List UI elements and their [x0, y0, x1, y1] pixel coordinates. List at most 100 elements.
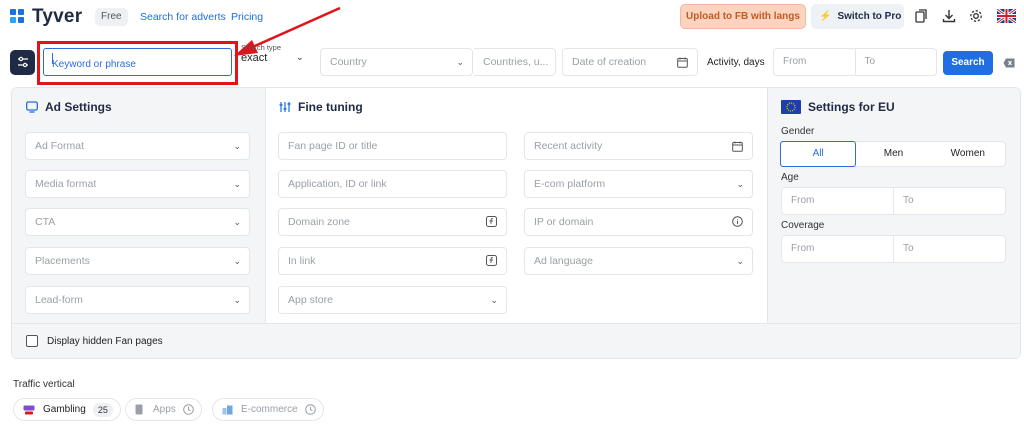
ad-language-placeholder: Ad language: [534, 255, 593, 267]
chip-gambling[interactable]: Gambling 25: [13, 398, 121, 421]
chevron-down-icon: ⌄: [233, 256, 241, 266]
countries-placeholder: Countries, u...: [483, 56, 549, 68]
activity-to-input[interactable]: To: [854, 49, 937, 75]
domain-zone-placeholder: Domain zone: [288, 216, 350, 228]
app-store-placeholder: App store: [288, 294, 333, 306]
fan-page-input[interactable]: Fan page ID or title: [278, 132, 507, 160]
app-store-select[interactable]: App store ⌄: [278, 286, 507, 314]
function-icon: [486, 216, 497, 227]
search-type-select[interactable]: exact ⌄: [241, 52, 313, 72]
fan-page-placeholder: Fan page ID or title: [288, 140, 378, 152]
search-button[interactable]: Search: [943, 51, 993, 75]
activity-days-label: Activity, days: [707, 57, 765, 68]
eu-settings-label: Settings for EU: [808, 100, 895, 114]
chevron-down-icon: ⌄: [296, 52, 304, 62]
logo[interactable]: Tyver: [10, 6, 82, 28]
monitor-icon: [26, 101, 38, 113]
chevron-down-icon: ⌄: [233, 179, 241, 189]
ad-settings-title: Ad Settings: [26, 100, 112, 114]
ad-settings-label: Ad Settings: [45, 100, 112, 114]
chevron-down-icon: ⌄: [736, 179, 744, 189]
coverage-to-input[interactable]: To: [893, 236, 1005, 262]
clear-icon[interactable]: [1003, 58, 1015, 68]
switch-to-pro-label: Switch to Pro: [837, 11, 902, 22]
bolt-icon: ⚡: [819, 11, 832, 22]
ecommerce-icon: [222, 405, 233, 414]
age-from-input[interactable]: From: [782, 188, 893, 214]
chip-apps-label: Apps: [153, 404, 176, 415]
tuning-icon: [279, 102, 291, 112]
hidden-pages-bg: [12, 324, 1020, 358]
chip-apps[interactable]: Apps: [125, 398, 202, 421]
coverage-from-input[interactable]: From: [782, 236, 893, 262]
age-to-input[interactable]: To: [893, 188, 1005, 214]
chip-ecommerce-label: E-commerce: [241, 404, 298, 415]
divider: [767, 88, 768, 324]
bookmarks-icon[interactable]: [913, 8, 929, 24]
countries-select[interactable]: Countries, u...: [474, 48, 556, 76]
clock-icon: [304, 404, 316, 415]
recent-activity-placeholder: Recent activity: [534, 140, 603, 152]
gender-option-men[interactable]: Men: [856, 142, 930, 166]
sliders-icon: [17, 56, 28, 68]
filters-toggle-button[interactable]: [10, 50, 35, 75]
ip-domain-placeholder: IP or domain: [534, 216, 594, 228]
divider: [265, 88, 266, 324]
country-select[interactable]: Country ⌄: [320, 48, 473, 76]
coverage-label: Coverage: [781, 220, 825, 231]
ad-language-select[interactable]: Ad language ⌄: [524, 247, 753, 275]
cta-select[interactable]: CTA ⌄: [25, 208, 250, 236]
fine-tuning-label: Fine tuning: [298, 100, 363, 114]
hidden-fan-pages-checkbox[interactable]: [26, 335, 38, 347]
ecom-platform-select[interactable]: E-com platform ⌄: [524, 170, 753, 198]
placements-placeholder: Placements: [35, 255, 90, 267]
nav-search-adverts[interactable]: Search for adverts: [140, 11, 226, 23]
gender-label: Gender: [781, 126, 815, 137]
gender-option-all[interactable]: All: [780, 141, 857, 167]
chip-gambling-count: 25: [92, 402, 113, 417]
date-placeholder: Date of creation: [572, 56, 647, 68]
activity-from-input[interactable]: From: [774, 49, 855, 75]
placements-select[interactable]: Placements ⌄: [25, 247, 250, 275]
eu-flag-icon: [781, 100, 801, 114]
cta-placeholder: CTA: [35, 216, 56, 228]
chevron-down-icon: ⌄: [233, 217, 241, 227]
coverage-range: From To: [781, 235, 1006, 263]
phone-icon: [135, 404, 143, 415]
activity-range: From To: [773, 48, 937, 76]
download-icon[interactable]: [941, 8, 957, 24]
lead-form-select[interactable]: Lead-form ⌄: [25, 286, 250, 314]
highlight-box: [37, 41, 238, 85]
chevron-down-icon: ⌄: [736, 256, 744, 266]
gear-icon[interactable]: [968, 8, 984, 24]
domain-zone-input[interactable]: Domain zone: [278, 208, 507, 236]
ad-format-select[interactable]: Ad Format ⌄: [25, 132, 250, 160]
upload-to-fb-button[interactable]: Upload to FB with langs: [680, 4, 806, 29]
gambling-icon: [23, 405, 35, 414]
media-format-placeholder: Media format: [35, 178, 97, 190]
function-icon: [486, 255, 497, 266]
logo-text: Tyver: [32, 6, 83, 27]
info-icon[interactable]: [732, 216, 743, 227]
uk-flag-icon[interactable]: [997, 9, 1016, 23]
gender-option-women[interactable]: Women: [931, 142, 1005, 166]
lead-form-placeholder: Lead-form: [35, 294, 83, 306]
in-link-input[interactable]: In link: [278, 247, 507, 275]
application-input[interactable]: Application, ID or link: [278, 170, 507, 198]
ad-format-placeholder: Ad Format: [35, 140, 85, 152]
date-of-creation-input[interactable]: Date of creation: [562, 48, 698, 76]
age-label: Age: [781, 172, 799, 183]
application-placeholder: Application, ID or link: [288, 178, 387, 190]
chip-ecommerce[interactable]: E-commerce: [212, 398, 324, 421]
media-format-select[interactable]: Media format ⌄: [25, 170, 250, 198]
calendar-icon: [677, 57, 688, 68]
eu-settings-title: Settings for EU: [781, 100, 895, 114]
recent-activity-input[interactable]: Recent activity: [524, 132, 753, 160]
switch-to-pro-button[interactable]: ⚡ Switch to Pro: [811, 4, 904, 29]
country-placeholder: Country: [330, 56, 367, 68]
chip-gambling-label: Gambling: [43, 404, 86, 415]
ip-domain-input[interactable]: IP or domain: [524, 208, 753, 236]
calendar-icon: [732, 141, 743, 152]
ecom-platform-placeholder: E-com platform: [534, 178, 606, 190]
plan-badge: Free: [95, 8, 128, 26]
